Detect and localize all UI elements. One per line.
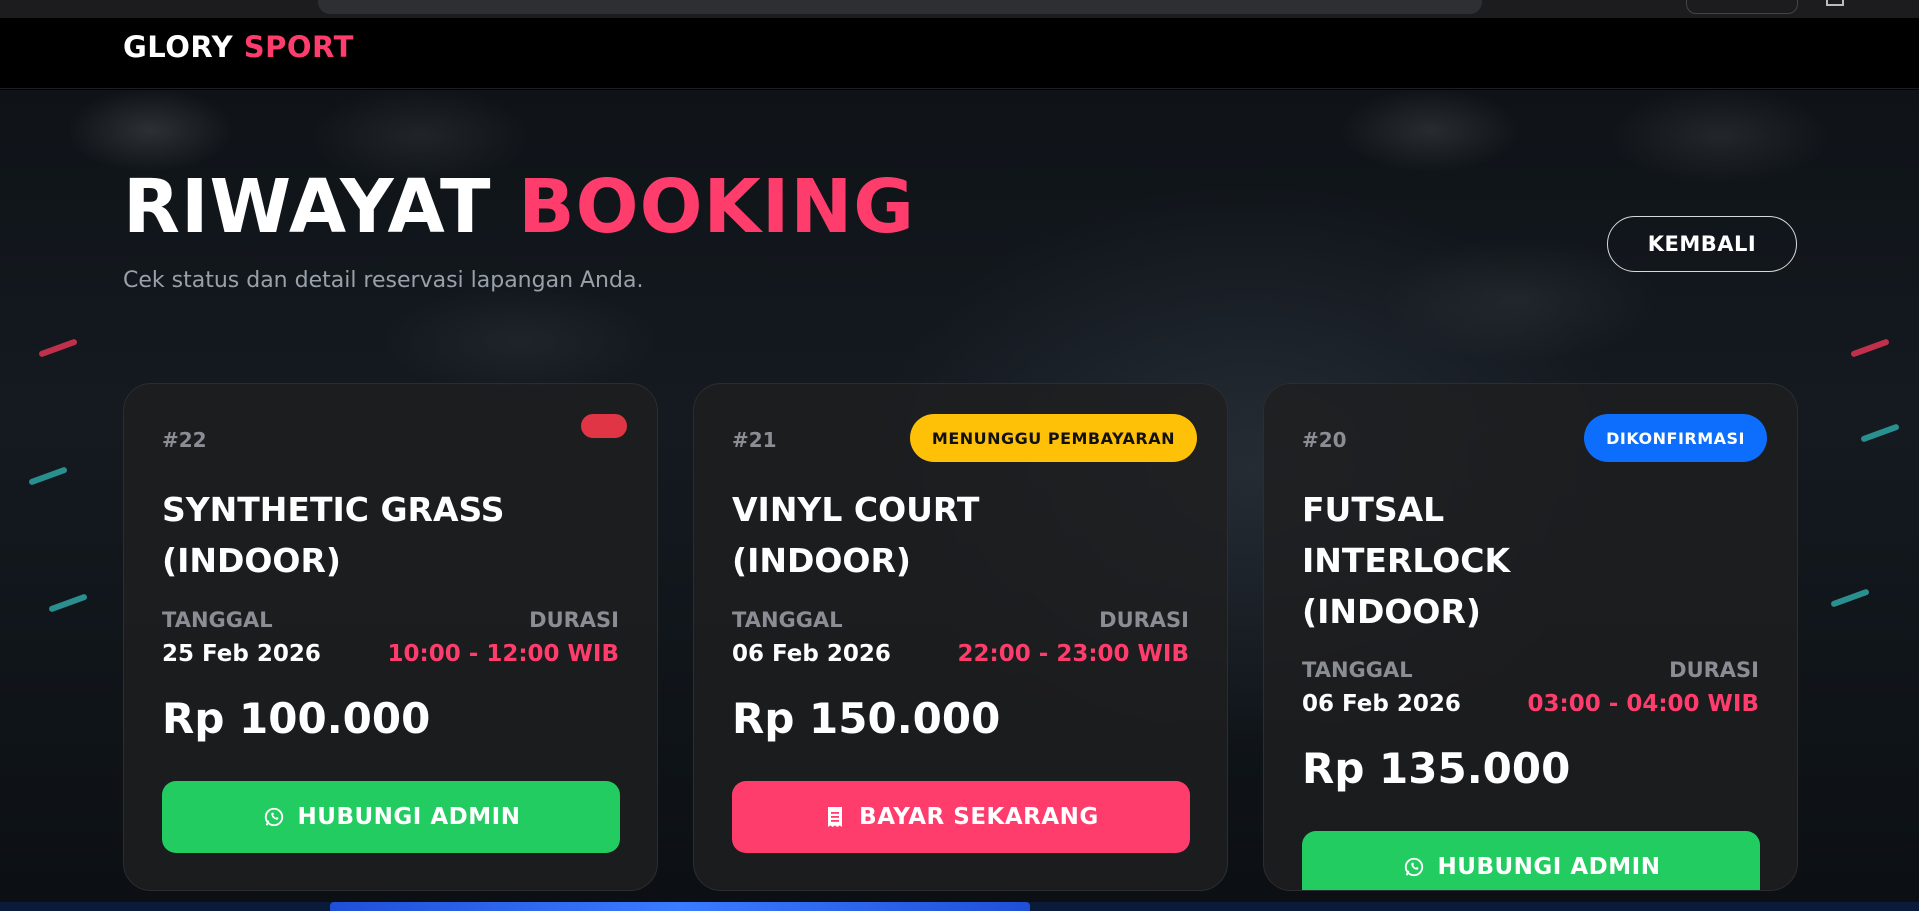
booking-id: #21 — [732, 428, 777, 452]
whatsapp-icon — [1402, 855, 1426, 879]
back-button[interactable]: KEMBALI — [1607, 216, 1797, 272]
contact-admin-button[interactable]: HUBUNGI ADMIN — [162, 781, 620, 853]
page-title-accent: BOOKING — [518, 164, 916, 250]
booking-card: #22 SYNTHETIC GRASS (INDOOR) TANGGAL DUR… — [123, 383, 658, 891]
booking-date: 06 Feb 2026 — [1302, 691, 1461, 717]
date-label: TANGGAL — [162, 608, 273, 632]
pay-now-label: BAYAR SEKARANG — [859, 804, 1099, 830]
page-title-primary: RIWAYAT — [123, 164, 492, 250]
date-label: TANGGAL — [732, 608, 843, 632]
browser-profile-button[interactable] — [1686, 0, 1798, 14]
duration-label: DURASI — [1669, 658, 1759, 682]
status-badge: DIKONFIRMASI — [1584, 414, 1767, 462]
booking-card: #20 DIKONFIRMASI FUTSAL INTERLOCK (INDOO… — [1263, 383, 1798, 891]
background-light-stripe — [1830, 588, 1870, 608]
date-label: TANGGAL — [1302, 658, 1413, 682]
booking-price: Rp 150.000 — [732, 694, 1001, 743]
booking-time: 10:00 - 12:00 WIB — [387, 641, 619, 667]
receipt-icon — [823, 805, 847, 829]
court-name: FUTSAL INTERLOCK (INDOOR) — [1302, 490, 1511, 631]
booking-id: #22 — [162, 428, 207, 452]
brand-name-accent: SPORT — [243, 30, 354, 64]
background-light-stripe — [1860, 423, 1900, 443]
booking-card: #21 MENUNGGU PEMBAYARAN VINYL COURT (IND… — [693, 383, 1228, 891]
booking-price: Rp 100.000 — [162, 694, 431, 743]
status-badge — [581, 414, 627, 438]
background-light-stripe — [28, 466, 68, 486]
status-badge: MENUNGGU PEMBAYARAN — [909, 414, 1197, 462]
booking-time: 03:00 - 04:00 WIB — [1527, 691, 1759, 717]
booking-date: 25 Feb 2026 — [162, 641, 321, 667]
navbar: GLORY SPORT — [0, 18, 1919, 89]
duration-label: DURASI — [1099, 608, 1189, 632]
duration-label: DURASI — [529, 608, 619, 632]
background-light-stripe — [48, 593, 88, 613]
page-title: RIWAYAT BOOKING — [123, 170, 915, 244]
booking-price: Rp 135.000 — [1302, 744, 1571, 793]
booking-date: 06 Feb 2026 — [732, 641, 891, 667]
background-light-stripe — [38, 338, 78, 358]
page-subtitle: Cek status dan detail reservasi lapangan… — [123, 268, 644, 293]
booking-time: 22:00 - 23:00 WIB — [957, 641, 1189, 667]
contact-admin-button[interactable]: HUBUNGI ADMIN — [1302, 831, 1760, 890]
brand-logo[interactable]: GLORY SPORT — [123, 30, 354, 64]
brand-name-primary: GLORY — [123, 30, 234, 64]
background-light-stripe — [1850, 338, 1890, 358]
whatsapp-icon — [262, 805, 286, 829]
court-name: VINYL COURT (INDOOR) — [732, 490, 980, 580]
browser-chrome — [0, 0, 1919, 18]
os-wallpaper-strip — [330, 902, 1030, 911]
contact-admin-label: HUBUNGI ADMIN — [297, 804, 521, 830]
pay-now-button[interactable]: BAYAR SEKARANG — [732, 781, 1190, 853]
court-name: SYNTHETIC GRASS (INDOOR) — [162, 490, 505, 580]
booking-id: #20 — [1302, 428, 1347, 452]
browser-address-bar[interactable] — [318, 0, 1482, 14]
contact-admin-label: HUBUNGI ADMIN — [1437, 854, 1661, 880]
browser-menu-icon[interactable] — [1826, 0, 1844, 6]
